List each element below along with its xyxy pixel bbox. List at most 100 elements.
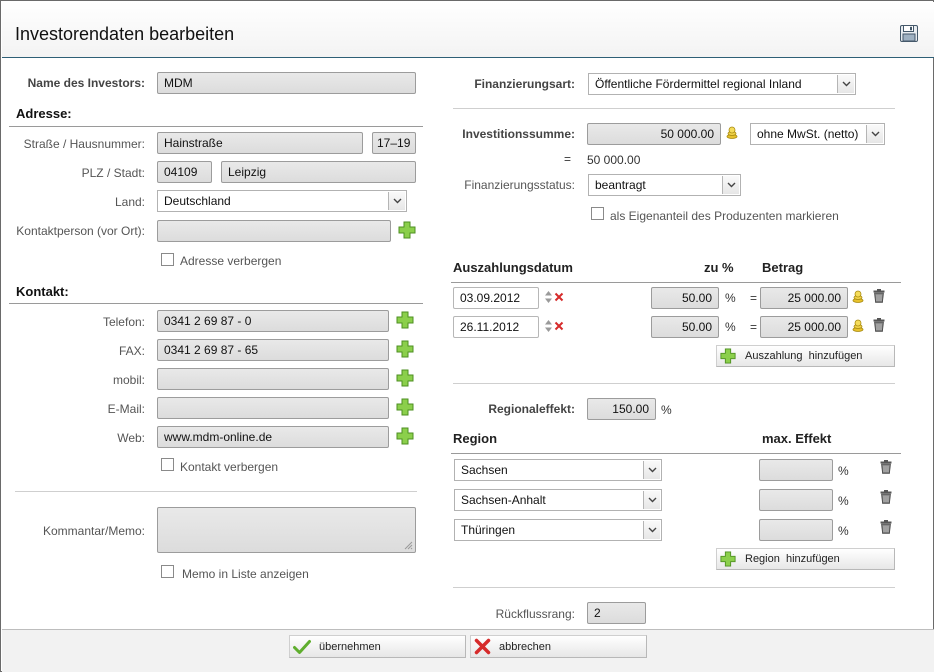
regional-effect-input[interactable]: 150.00 (587, 398, 656, 420)
financing-type-select[interactable]: Öffentliche Fördermittel regional Inland (588, 73, 856, 95)
contact-person-input[interactable] (157, 220, 391, 242)
add-payout-button[interactable]: Auszahlung hinzufügen (716, 345, 895, 367)
dialog-window: Investorendaten bearbeiten Name des Inve… (0, 0, 934, 672)
add-plus-icon[interactable] (396, 427, 414, 445)
return-rank-input[interactable]: 2 (587, 602, 646, 624)
mobile-label: mobil: (112, 373, 145, 387)
payout-percent-input[interactable]: 50.00 (651, 316, 719, 338)
chevron-down-icon[interactable] (722, 176, 739, 194)
city-input[interactable]: Leipzig (221, 161, 416, 183)
up-down-arrows-icon[interactable] (544, 319, 553, 333)
add-plus-icon (720, 348, 736, 364)
region-select-value: Sachsen (461, 463, 508, 477)
memo-in-list-checkbox[interactable] (161, 565, 174, 578)
own-share-checkbox[interactable] (591, 207, 604, 220)
regional-effect-label: Regionaleffekt: (488, 402, 575, 416)
return-rank-label: Rückflussrang: (495, 607, 575, 621)
delete-x-icon[interactable] (554, 321, 564, 331)
payout-date-input[interactable]: 03.09.2012 (453, 287, 539, 309)
percent-sign: % (725, 320, 736, 334)
coins-icon[interactable] (726, 126, 738, 139)
zip-city-label: PLZ / Stadt: (81, 166, 145, 180)
chevron-down-icon[interactable] (388, 192, 405, 210)
fax-input[interactable]: 0341 2 69 87 - 65 (157, 339, 389, 361)
coins-icon[interactable] (852, 319, 864, 332)
chevron-down-icon[interactable] (837, 75, 854, 93)
percent-sign: % (838, 524, 849, 538)
dialog-footer: übernehmen abbrechen (2, 629, 934, 672)
trash-icon[interactable] (873, 289, 885, 303)
hide-contact-checkbox[interactable] (161, 458, 174, 471)
fax-label: FAX: (118, 344, 145, 358)
coins-icon[interactable] (852, 290, 864, 303)
payout-percent-header: zu % (704, 260, 734, 275)
investment-sum-label: Investitionssumme: (462, 127, 575, 141)
country-select[interactable]: Deutschland (157, 190, 407, 212)
chevron-down-icon[interactable] (643, 491, 660, 509)
payout-percent-input[interactable]: 50.00 (651, 287, 719, 309)
payout-date-input[interactable]: 26.11.2012 (453, 316, 539, 338)
chevron-down-icon[interactable] (643, 521, 660, 539)
max-effect-input[interactable] (759, 459, 833, 481)
return-rank-divider (453, 587, 895, 588)
cancel-button[interactable]: abbrechen (470, 635, 647, 658)
resize-handle-icon[interactable] (403, 540, 413, 550)
region-select[interactable]: Sachsen-Anhalt (454, 489, 662, 511)
memo-divider (15, 491, 417, 492)
trash-icon[interactable] (880, 490, 892, 504)
vat-select[interactable]: ohne MwSt. (netto) (750, 123, 885, 145)
comment-textarea[interactable] (157, 507, 416, 553)
phone-label: Telefon: (102, 315, 145, 329)
web-label: Web: (117, 431, 145, 445)
add-plus-icon[interactable] (396, 369, 414, 387)
equals-sign: = (750, 291, 758, 305)
house-number-input[interactable]: 17–19 (372, 132, 416, 154)
comment-label: Kommantar/Memo: (42, 524, 145, 538)
investment-sum-input[interactable]: 50 000.00 (587, 123, 721, 145)
max-effect-input[interactable] (759, 489, 833, 511)
equals-sign: = (564, 152, 572, 166)
max-effect-input[interactable] (759, 519, 833, 541)
memo-in-list-label: Memo in Liste anzeigen (182, 567, 309, 581)
add-plus-icon (720, 551, 736, 567)
trash-icon[interactable] (880, 520, 892, 534)
email-label: E-Mail: (107, 402, 145, 416)
zip-input[interactable]: 04109 (157, 161, 212, 183)
street-label: Straße / Hausnummer: (23, 137, 145, 151)
add-plus-icon[interactable] (396, 398, 414, 416)
add-plus-icon[interactable] (396, 340, 414, 358)
financing-divider (453, 108, 895, 109)
apply-button[interactable]: übernehmen (289, 635, 466, 658)
delete-x-icon[interactable] (554, 292, 564, 302)
mobile-input[interactable] (157, 368, 389, 390)
chevron-down-icon[interactable] (866, 125, 883, 143)
country-select-value: Deutschland (164, 194, 231, 208)
percent-sign: % (838, 464, 849, 478)
floppy-disk-icon[interactable] (900, 25, 918, 42)
regional-divider (453, 383, 895, 384)
investor-name-input[interactable]: MDM (157, 72, 416, 94)
payout-amount-input[interactable]: 25 000.00 (760, 287, 848, 309)
up-down-arrows-icon[interactable] (544, 290, 553, 304)
own-share-label: als Eigenanteil des Produzenten markiere… (610, 209, 839, 223)
add-region-button[interactable]: Region hinzufügen (716, 548, 895, 570)
chevron-down-icon[interactable] (643, 461, 660, 479)
street-input[interactable]: Hainstraße (157, 132, 363, 154)
add-plus-icon[interactable] (396, 311, 414, 329)
add-region-label: Region hinzufügen (745, 553, 840, 565)
title-bar: Investorendaten bearbeiten (2, 2, 934, 58)
payout-amount-input[interactable]: 25 000.00 (760, 316, 848, 338)
email-input[interactable] (157, 397, 389, 419)
phone-input[interactable]: 0341 2 69 87 - 0 (157, 310, 389, 332)
financing-status-value: beantragt (595, 178, 646, 192)
financing-status-select[interactable]: beantragt (588, 174, 741, 196)
region-select[interactable]: Sachsen (454, 459, 662, 481)
trash-icon[interactable] (880, 460, 892, 474)
trash-icon[interactable] (873, 318, 885, 332)
payout-date-header: Auszahlungsdatum (453, 260, 573, 275)
add-plus-icon[interactable] (398, 221, 416, 239)
hide-address-checkbox[interactable] (161, 253, 174, 266)
region-select[interactable]: Thüringen (454, 519, 662, 541)
region-select-value: Thüringen (461, 523, 516, 537)
web-input[interactable]: www.mdm-online.de (157, 426, 389, 448)
